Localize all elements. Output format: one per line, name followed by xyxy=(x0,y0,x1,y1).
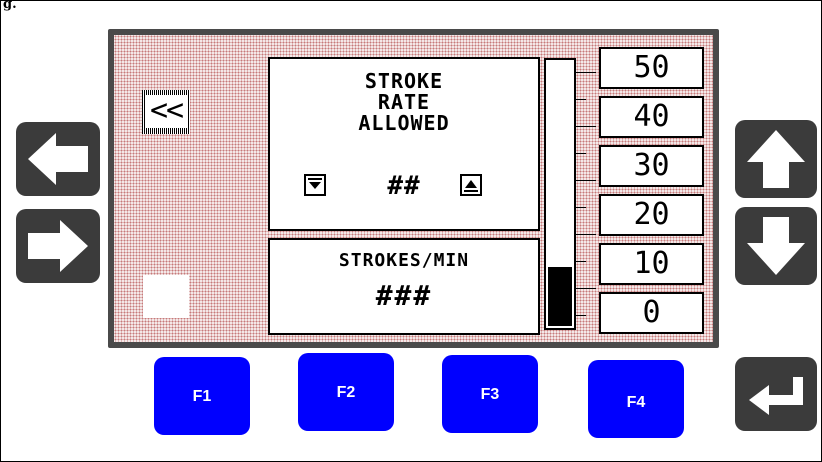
arrow-down-icon xyxy=(747,217,805,275)
title-line-3: ALLOWED xyxy=(358,111,450,135)
tick xyxy=(576,126,596,127)
arrow-up-icon xyxy=(747,130,805,188)
figure-label: g. xyxy=(3,0,17,12)
down-arrow-key[interactable] xyxy=(735,207,817,285)
f3-key[interactable]: F3 xyxy=(442,355,538,433)
strokes-value: ### xyxy=(375,279,433,312)
units-label: STROKES/MIN xyxy=(338,250,470,271)
lcd-screen: << STROKE RATE ALLOWED ## STROKES/MIN ##… xyxy=(108,29,719,348)
rate-adjust-controls: ## xyxy=(270,171,538,201)
rate-value: ## xyxy=(387,171,421,201)
triangle-up-icon xyxy=(464,180,478,192)
scale-label: 30 xyxy=(599,145,704,187)
left-arrow-key[interactable] xyxy=(16,122,100,196)
enter-icon xyxy=(749,377,803,415)
bar-gauge xyxy=(544,58,576,330)
tick xyxy=(576,72,596,73)
f2-key[interactable]: F2 xyxy=(298,353,394,431)
blank-indicator-box xyxy=(143,275,189,318)
bar-gauge-fill xyxy=(548,267,572,326)
tick xyxy=(576,99,586,100)
tick xyxy=(576,288,596,289)
tick xyxy=(576,207,586,208)
title-line-2: RATE xyxy=(377,90,431,114)
back-button[interactable]: << xyxy=(142,90,190,134)
stroke-rate-panel: STROKE RATE ALLOWED ## xyxy=(268,57,540,231)
scale-label: 50 xyxy=(599,47,704,89)
gauge-ticks xyxy=(576,58,596,330)
lcd-display: << STROKE RATE ALLOWED ## STROKES/MIN ##… xyxy=(114,35,713,342)
scale-label: 0 xyxy=(599,292,704,334)
arrow-left-icon xyxy=(28,133,88,185)
tick xyxy=(576,261,586,262)
panel-title: STROKE RATE ALLOWED xyxy=(270,71,538,134)
up-arrow-key[interactable] xyxy=(735,120,817,198)
scale-label: 40 xyxy=(599,96,704,138)
f4-key[interactable]: F4 xyxy=(588,360,684,438)
scale-label: 20 xyxy=(599,194,704,236)
tick xyxy=(576,180,596,181)
increment-button[interactable] xyxy=(460,174,482,196)
title-line-1: STROKE xyxy=(364,69,444,93)
right-arrow-key[interactable] xyxy=(16,209,100,283)
gauge-scale: 50 40 30 20 10 0 xyxy=(599,47,704,334)
scale-label: 10 xyxy=(599,243,704,285)
f1-key[interactable]: F1 xyxy=(154,357,250,435)
tick xyxy=(576,315,586,316)
arrow-right-icon xyxy=(28,220,88,272)
tick xyxy=(576,234,596,235)
strokes-per-min-panel: STROKES/MIN ### xyxy=(268,238,540,335)
back-button-label: << xyxy=(145,95,187,128)
tick xyxy=(576,153,586,154)
enter-key[interactable] xyxy=(735,357,817,431)
